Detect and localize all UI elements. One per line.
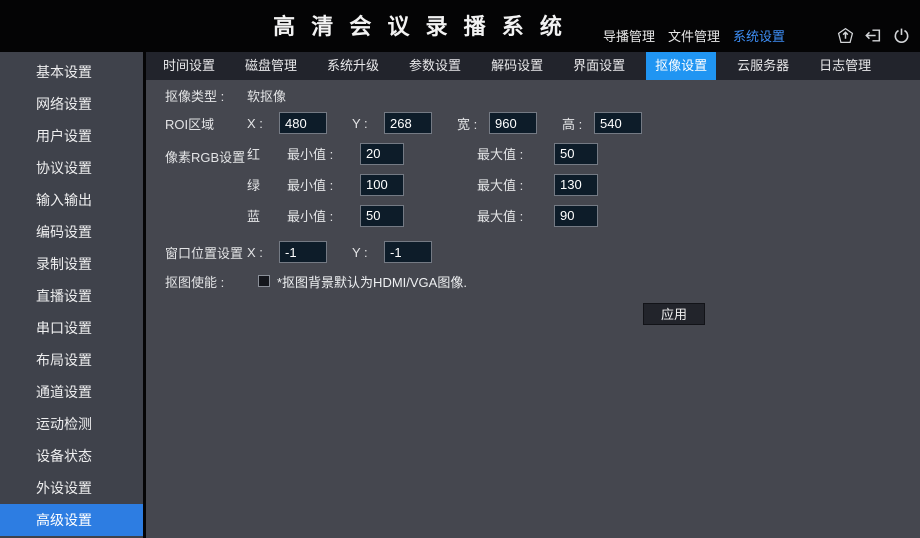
- roi-width-input[interactable]: [489, 112, 537, 134]
- red-min-label: 最小值 :: [287, 144, 360, 163]
- red-min-input[interactable]: [360, 143, 404, 165]
- sidebar-item-network[interactable]: 网络设置: [0, 88, 143, 120]
- rgb-row-green: 绿 最小值 : 最大值 :: [247, 169, 598, 200]
- tab-upgrade[interactable]: 系统升级: [318, 52, 388, 80]
- roi-label: ROI区域: [165, 114, 247, 133]
- green-channel-label: 绿: [247, 175, 287, 194]
- sidebar-item-record[interactable]: 录制设置: [0, 248, 143, 280]
- green-min-label: 最小值 :: [287, 175, 360, 194]
- sidebar-item-encode[interactable]: 编码设置: [0, 216, 143, 248]
- blue-max-label: 最大值 :: [477, 206, 554, 225]
- rgb-group-label: 像素RGB设置: [165, 138, 247, 231]
- roi-x-label: X :: [247, 116, 279, 131]
- red-max-label: 最大值 :: [477, 144, 554, 163]
- sidebar-item-peripheral[interactable]: 外设设置: [0, 472, 143, 504]
- blue-channel-label: 蓝: [247, 206, 287, 225]
- sidebar-item-layout[interactable]: 布局设置: [0, 344, 143, 376]
- apply-button[interactable]: 应用: [643, 303, 705, 325]
- tab-params[interactable]: 参数设置: [400, 52, 470, 80]
- roi-y-label: Y :: [352, 116, 384, 131]
- rgb-row-blue: 蓝 最小值 : 最大值 :: [247, 200, 598, 231]
- keying-settings-form: 抠像类型 : 软抠像 ROI区域 X : Y : 宽 : 高 :: [146, 80, 920, 325]
- green-min-input[interactable]: [360, 174, 404, 196]
- sidebar: 基本设置 网络设置 用户设置 协议设置 输入输出 编码设置 录制设置 直播设置 …: [0, 52, 143, 538]
- sidebar-item-live[interactable]: 直播设置: [0, 280, 143, 312]
- keying-type-value: 软抠像: [247, 86, 286, 105]
- green-max-input[interactable]: [554, 174, 598, 196]
- window-position-row: 窗口位置设置 X : Y :: [165, 237, 920, 267]
- red-max-input[interactable]: [554, 143, 598, 165]
- window-position-label: 窗口位置设置: [165, 243, 247, 262]
- roi-x-input[interactable]: [279, 112, 327, 134]
- rgb-row-red: 红 最小值 : 最大值 :: [247, 138, 598, 169]
- tab-bar: 时间设置 磁盘管理 系统升级 参数设置 解码设置 界面设置 抠像设置 云服务器 …: [146, 52, 920, 80]
- sidebar-item-serial[interactable]: 串口设置: [0, 312, 143, 344]
- sidebar-item-channel[interactable]: 通道设置: [0, 376, 143, 408]
- tab-decode[interactable]: 解码设置: [482, 52, 552, 80]
- roi-height-label: 高 :: [562, 114, 594, 133]
- keying-type-row: 抠像类型 : 软抠像: [165, 82, 920, 108]
- matting-enable-row: 抠图使能 : *抠图背景默认为HDMI/VGA图像.: [165, 267, 920, 295]
- matting-enable-checkbox[interactable]: [258, 275, 270, 287]
- matting-note: *抠图背景默认为HDMI/VGA图像.: [277, 272, 467, 291]
- app-window: 高 清 会 议 录 播 系 统 导播管理 文件管理 系统设置: [0, 0, 920, 538]
- sidebar-item-io[interactable]: 输入输出: [0, 184, 143, 216]
- window-y-input[interactable]: [384, 241, 432, 263]
- tab-keying[interactable]: 抠像设置: [646, 52, 716, 80]
- window-y-label: Y :: [352, 245, 384, 260]
- header-bar: 高 清 会 议 录 播 系 统 导播管理 文件管理 系统设置: [0, 0, 920, 52]
- sidebar-item-motion[interactable]: 运动检测: [0, 408, 143, 440]
- window-x-label: X :: [247, 245, 279, 260]
- rgb-settings-group: 像素RGB设置 红 最小值 : 最大值 : 绿 最小值 :: [165, 138, 920, 231]
- top-menu: 导播管理 文件管理 系统设置: [603, 26, 785, 45]
- sidebar-item-status[interactable]: 设备状态: [0, 440, 143, 472]
- upload-icon[interactable]: [837, 27, 854, 44]
- tab-time[interactable]: 时间设置: [154, 52, 224, 80]
- tab-log[interactable]: 日志管理: [810, 52, 880, 80]
- blue-min-label: 最小值 :: [287, 206, 360, 225]
- red-channel-label: 红: [247, 144, 287, 163]
- tab-cloud[interactable]: 云服务器: [728, 52, 798, 80]
- rgb-rows: 红 最小值 : 最大值 : 绿 最小值 : 最大值 :: [247, 138, 598, 231]
- menu-item-system[interactable]: 系统设置: [733, 26, 785, 45]
- sidebar-item-protocol[interactable]: 协议设置: [0, 152, 143, 184]
- tab-ui[interactable]: 界面设置: [564, 52, 634, 80]
- keying-type-label: 抠像类型 :: [165, 86, 247, 105]
- tab-disk[interactable]: 磁盘管理: [236, 52, 306, 80]
- sidebar-item-advanced[interactable]: 高级设置: [0, 504, 143, 536]
- roi-height-input[interactable]: [594, 112, 642, 134]
- window-x-input[interactable]: [279, 241, 327, 263]
- green-max-label: 最大值 :: [477, 175, 554, 194]
- menu-item-director[interactable]: 导播管理: [603, 26, 655, 45]
- logout-icon[interactable]: [865, 27, 882, 44]
- roi-y-input[interactable]: [384, 112, 432, 134]
- power-icon[interactable]: [893, 27, 910, 44]
- sidebar-item-user[interactable]: 用户设置: [0, 120, 143, 152]
- app-title: 高 清 会 议 录 播 系 统: [273, 9, 567, 41]
- matting-enable-label: 抠图使能 :: [165, 272, 247, 291]
- roi-row: ROI区域 X : Y : 宽 : 高 :: [165, 108, 920, 138]
- menu-item-files[interactable]: 文件管理: [668, 26, 720, 45]
- main-panel: 时间设置 磁盘管理 系统升级 参数设置 解码设置 界面设置 抠像设置 云服务器 …: [146, 52, 920, 538]
- blue-max-input[interactable]: [554, 205, 598, 227]
- blue-min-input[interactable]: [360, 205, 404, 227]
- roi-width-label: 宽 :: [457, 114, 489, 133]
- sidebar-item-basic[interactable]: 基本设置: [0, 56, 143, 88]
